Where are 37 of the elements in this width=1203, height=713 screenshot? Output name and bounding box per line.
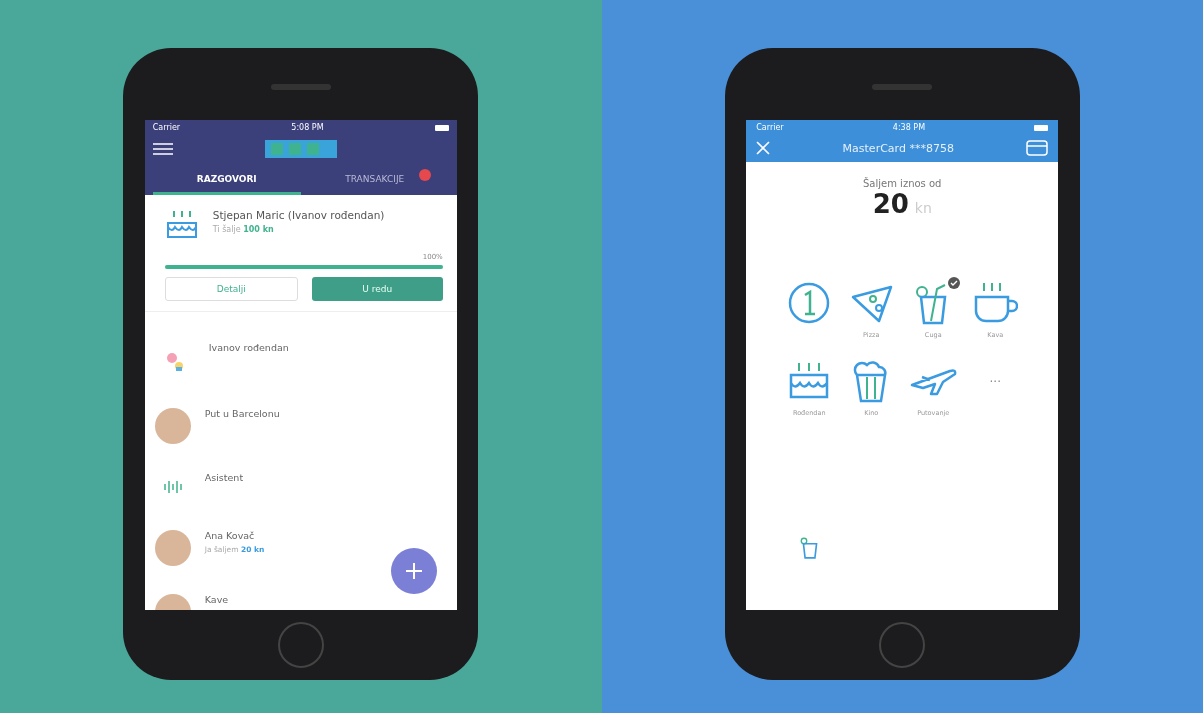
menu-icon[interactable] [152, 143, 173, 155]
conversation-name[interactable]: Asistent [204, 472, 244, 483]
carrier-label: Carrier [152, 123, 181, 132]
tab[interactable]: RAZGOVORI [152, 166, 301, 195]
conversation-name[interactable]: Ana Kovač [204, 530, 265, 541]
conversation-name[interactable]: Ivanov rođendan [208, 342, 289, 353]
request-label: Ti šalje [212, 225, 241, 234]
logo-icon [264, 140, 337, 158]
cup-icon [972, 281, 1019, 325]
close-icon[interactable] [756, 141, 771, 155]
avatar-placeholder [154, 530, 191, 566]
coin-icon [787, 281, 832, 325]
add-button[interactable] [390, 548, 437, 594]
more-label: ... [989, 371, 1001, 385]
battery-icon [434, 124, 449, 131]
carrier-label: Carrier [756, 123, 784, 132]
cake-icon [164, 209, 199, 241]
avatar-placeholder [154, 408, 191, 444]
clock: 4:38 PM [892, 123, 926, 132]
ok-button[interactable]: U redu [311, 277, 443, 301]
plus-icon [404, 562, 423, 580]
card-icon[interactable] [1026, 140, 1049, 156]
tab[interactable]: TRANSAKCIJE [300, 166, 449, 195]
home-button[interactable] [879, 622, 926, 668]
category-item[interactable]: ... [964, 359, 1027, 425]
request-title: Stjepan Maric (Ivanov rođendan) [212, 209, 385, 221]
request-amount: 100 kn [243, 225, 274, 234]
sound-wave-icon [163, 480, 182, 494]
amount-value: 20 [872, 189, 909, 219]
battery-icon [1034, 124, 1049, 131]
card-title: MasterCard ***8758 [842, 141, 954, 155]
details-button[interactable]: Detalji [164, 277, 298, 301]
clock: 5:08 PM [291, 123, 324, 132]
amount-label: Šaljem iznos od [863, 178, 942, 189]
conversation-name[interactable]: Kave [204, 594, 229, 605]
home-button[interactable] [277, 622, 324, 668]
conversation-name[interactable]: Put u Barcelonu [204, 408, 280, 419]
